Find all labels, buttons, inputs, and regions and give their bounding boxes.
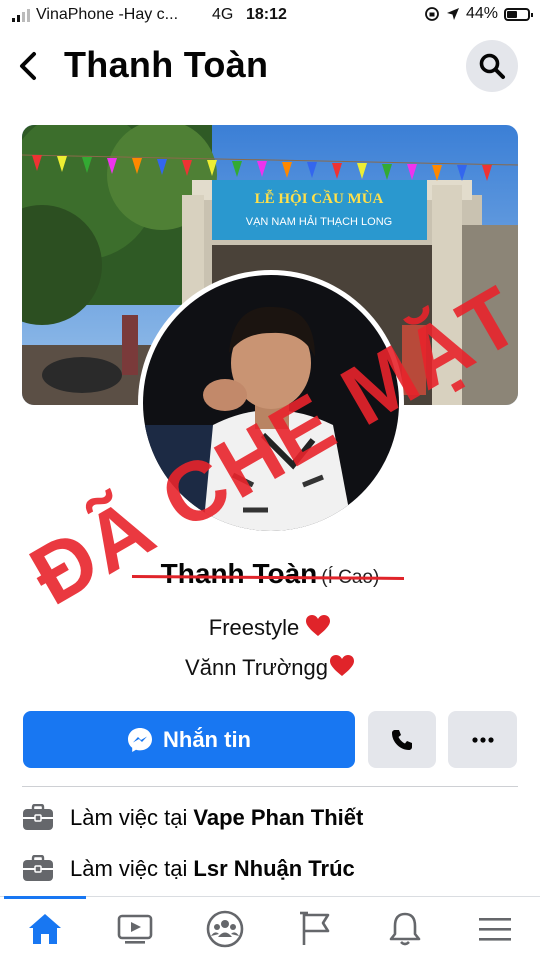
bio-line-2: Vănn Trườngg: [0, 654, 540, 681]
phone-icon: [392, 729, 412, 750]
rotation-lock-icon: [425, 7, 439, 21]
bio-line-2-text: Vănn Trườngg: [185, 655, 328, 680]
chevron-left-icon: [20, 52, 36, 80]
tab-home[interactable]: [15, 907, 75, 951]
work-row: Làm việc tại Vape Phan Thiết: [22, 800, 363, 836]
watch-icon: [117, 914, 153, 944]
more-icon: [471, 736, 494, 743]
battery-icon: [504, 7, 533, 21]
section-divider: [22, 786, 518, 787]
briefcase-icon: [23, 855, 53, 881]
back-button[interactable]: [10, 48, 46, 84]
avatar-photo: [143, 275, 399, 531]
call-button[interactable]: [368, 711, 436, 768]
notifications-icon: [389, 912, 421, 946]
cover-banner-line2: VẠN NAM HẢI THẠCH LONG: [246, 215, 393, 228]
page-title: Thanh Toàn: [64, 44, 269, 85]
work-place[interactable]: Vape Phan Thiết: [193, 805, 363, 831]
groups-icon: [206, 910, 244, 948]
tab-watch[interactable]: [105, 907, 165, 951]
tab-notifications[interactable]: [375, 907, 435, 951]
bottom-tab-bar: [0, 896, 540, 961]
home-icon: [29, 914, 61, 944]
bio-line-1-text: Freestyle: [208, 615, 300, 640]
briefcase-icon: [23, 804, 53, 830]
tab-menu[interactable]: [465, 907, 525, 951]
bio-line-1: Freestyle: [0, 614, 540, 641]
message-button-label: Nhắn tin: [163, 726, 251, 752]
work-place[interactable]: Lsr Nhuận Trúc: [193, 856, 354, 882]
more-button[interactable]: [448, 711, 517, 768]
message-button[interactable]: Nhắn tin: [23, 711, 355, 768]
clock: 18:12: [246, 6, 287, 23]
battery-percent: 44%: [465, 5, 498, 22]
messenger-icon: [128, 727, 152, 752]
search-button[interactable]: [466, 40, 518, 92]
red-heart-icon: [306, 615, 331, 636]
pages-icon: [300, 911, 330, 945]
profile-name: Thanh Toàn (Í Cao): [0, 558, 540, 590]
red-heart-icon: [329, 655, 354, 676]
profile-name-text: Thanh Toàn: [160, 558, 318, 589]
status-right: 44%: [424, 5, 533, 23]
work-prefix: Làm việc tại: [70, 805, 188, 830]
carrier-name: VinaPhone -Hay c...: [36, 6, 179, 23]
profile-avatar[interactable]: [138, 270, 404, 536]
location-arrow-icon: [446, 8, 459, 20]
status-left: VinaPhone -Hay c...: [12, 6, 178, 24]
work-prefix: Làm việc tại: [70, 856, 188, 881]
signal-icon: [12, 8, 30, 22]
tab-pages[interactable]: [285, 907, 345, 951]
tab-groups[interactable]: [195, 907, 255, 951]
network-type: 4G: [212, 6, 234, 23]
work-row: Làm việc tại Lsr Nhuận Trúc: [22, 851, 355, 887]
cover-banner-line1: LỄ HỘI CẦU MÙA: [255, 189, 384, 207]
menu-icon: [479, 918, 511, 941]
active-tab-indicator: [4, 896, 86, 899]
profile-header: Thanh Toàn: [0, 36, 540, 100]
status-bar: VinaPhone -Hay c... 4G 18:12 44%: [0, 0, 540, 30]
search-icon: [479, 53, 505, 79]
